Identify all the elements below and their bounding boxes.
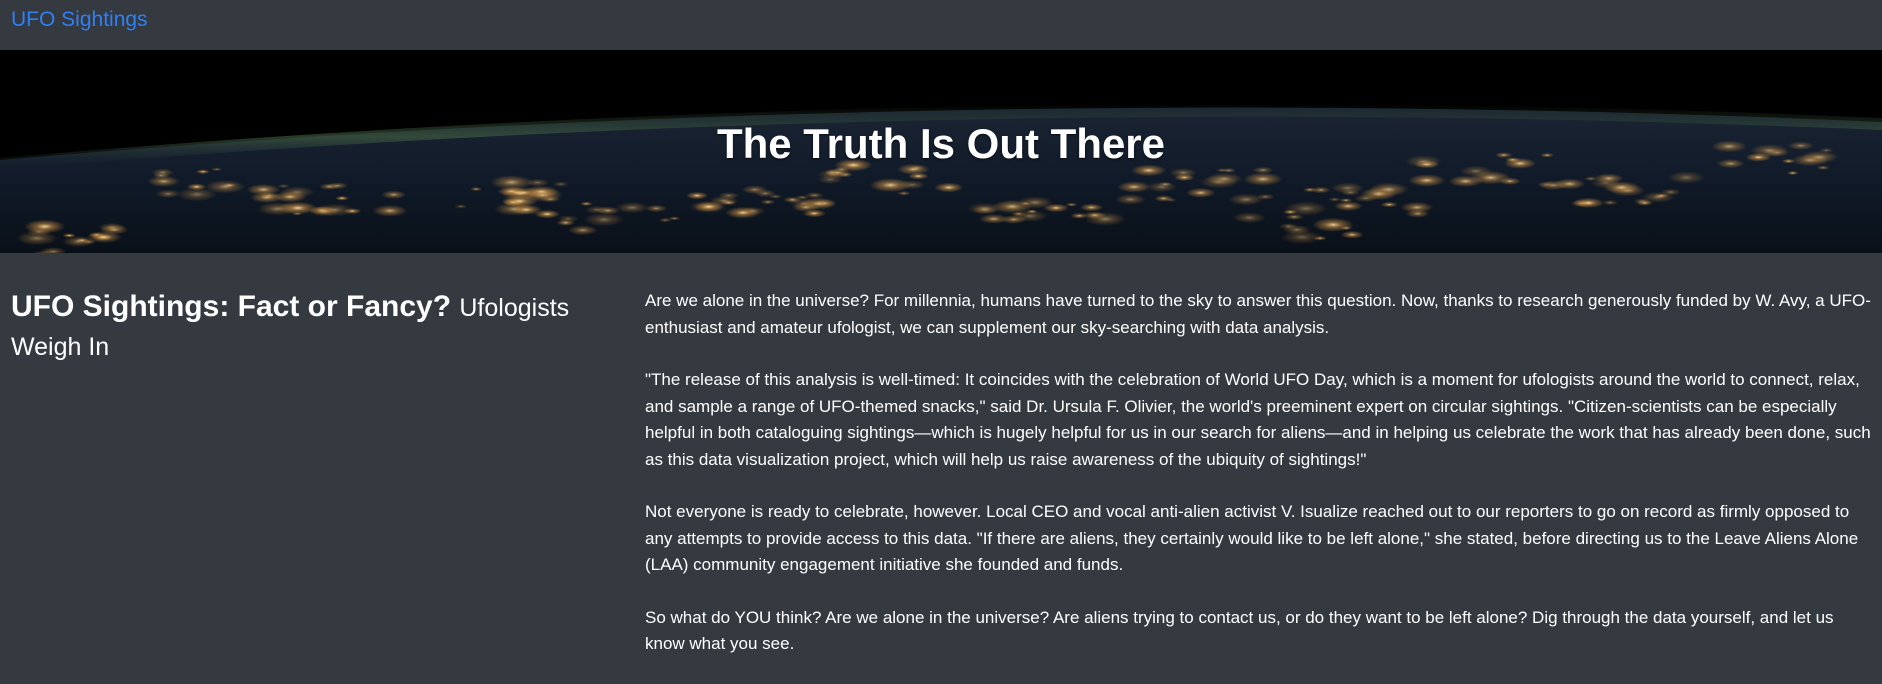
hero-title: The Truth Is Out There bbox=[716, 120, 1166, 167]
navbar: UFO Sightings bbox=[0, 0, 1882, 50]
main-content: UFO Sightings: Fact or Fancy? Ufologists… bbox=[0, 253, 1882, 661]
headline-main: UFO Sightings: Fact or Fancy? bbox=[11, 290, 452, 323]
article-paragraph-4: So what do YOU think? Are we alone in th… bbox=[645, 607, 1834, 654]
article-paragraph-2: "The release of this analysis is well-ti… bbox=[645, 370, 1871, 469]
brand-link[interactable]: UFO Sightings bbox=[11, 6, 148, 34]
article-paragraph-1: Are we alone in the universe? For millen… bbox=[645, 291, 1871, 337]
article-paragraph-3: Not everyone is ready to celebrate, howe… bbox=[645, 502, 1859, 574]
hero-banner: The Truth Is Out There bbox=[0, 50, 1882, 253]
article-body: Are we alone in the universe? For millen… bbox=[645, 288, 1875, 684]
article-headline: UFO Sightings: Fact or Fancy? Ufologists… bbox=[11, 288, 571, 366]
